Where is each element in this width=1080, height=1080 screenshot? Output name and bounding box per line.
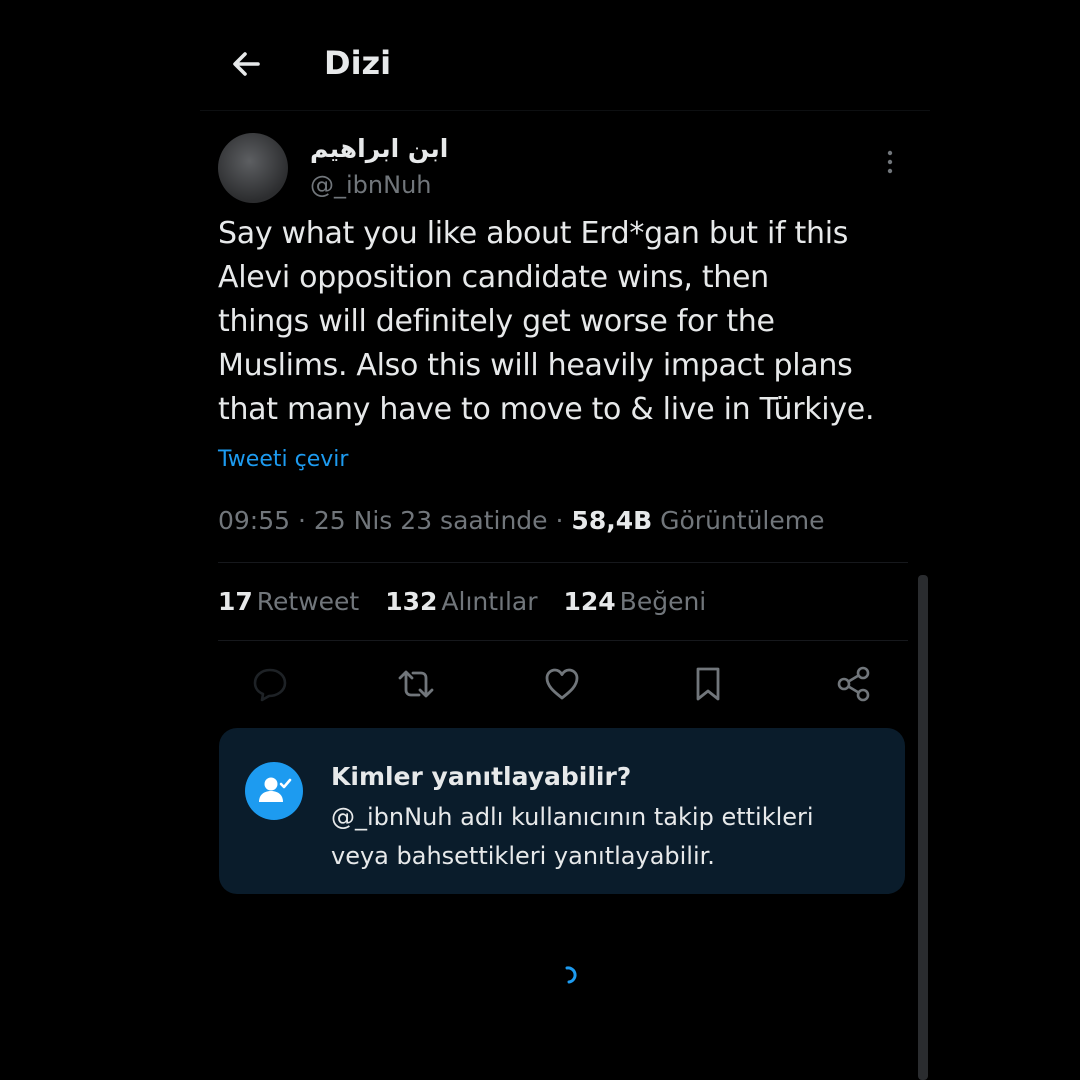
spinner-icon (565, 966, 577, 984)
like-button[interactable] (542, 664, 582, 704)
meta-separator: · (298, 506, 306, 535)
reply-restriction-badge (245, 762, 303, 820)
author-display-name[interactable]: ابن ابراهيم (310, 134, 448, 163)
more-vertical-icon (887, 150, 893, 174)
quotes-count: 132 (385, 587, 438, 616)
tweet-text-line: Muslims. Also this will heavily impact p… (218, 348, 853, 383)
who-can-reply-title: Kimler yanıtlayabilir? (331, 762, 632, 791)
views-count: 58,4B (571, 506, 653, 535)
description-line: @_ibnNuh adlı kullanıcının takip ettikle… (331, 803, 814, 831)
quotes-stat[interactable]: 132 Alıntılar (385, 587, 537, 616)
scrollbar[interactable] (918, 575, 928, 1080)
tweet-time[interactable]: 09:55 (218, 506, 290, 535)
page-title: Dizi (324, 44, 392, 82)
divider (218, 640, 908, 641)
person-check-icon (259, 777, 292, 802)
tweet-text-line: Alevi opposition candidate wins, then (218, 260, 769, 295)
share-icon (837, 666, 870, 702)
likes-stat[interactable]: 124 Beğeni (563, 587, 706, 616)
retweets-stat[interactable]: 17 Retweet (218, 587, 359, 616)
tweet-text-line: that many have to move to & live in Türk… (218, 392, 875, 427)
back-button[interactable] (228, 46, 264, 82)
views-label: Görüntüleme (660, 506, 825, 535)
divider (218, 562, 908, 563)
quotes-label: Alıntılar (441, 587, 538, 616)
likes-label: Beğeni (619, 587, 707, 616)
heart-icon (545, 668, 579, 700)
speech-bubble-icon (253, 668, 287, 702)
retweets-label: Retweet (256, 587, 360, 616)
more-options-button[interactable] (878, 148, 902, 178)
loading-spinner (559, 964, 581, 986)
share-button[interactable] (834, 664, 874, 704)
author-handle[interactable]: @_ibnNuh (310, 171, 432, 199)
arrow-left-icon (233, 52, 260, 76)
avatar[interactable] (218, 133, 288, 203)
retweet-button[interactable] (396, 664, 436, 704)
tweet-meta: 09:55 · 25 Nis 23 saatinde · 58,4B Görün… (218, 506, 824, 535)
tweet-stats: 17 Retweet 132 Alıntılar 124 Beğeni (218, 587, 724, 616)
tweet-text: Say what you like about Erd*gan but if t… (218, 212, 918, 432)
meta-separator: · (555, 506, 564, 535)
who-can-reply-card: Kimler yanıtlayabilir? @_ibnNuh adlı kul… (219, 728, 905, 894)
who-can-reply-description: @_ibnNuh adlı kullanıcının takip ettikle… (331, 798, 891, 876)
retweets-count: 17 (218, 587, 253, 616)
tweet-date[interactable]: 25 Nis 23 saatinde (314, 506, 548, 535)
tweet-text-line: Say what you like about Erd*gan but if t… (218, 216, 849, 251)
tweet-text-line: things will definitely get worse for the (218, 304, 775, 339)
bookmark-icon (696, 667, 720, 701)
top-bar: Dizi (200, 30, 930, 111)
tweet-thread-screen: Dizi ابن ابراهيم @_ibnNuh Say what you l… (0, 0, 1080, 1080)
reply-button[interactable] (250, 664, 290, 704)
retweet-icon (398, 670, 434, 698)
translate-tweet-link[interactable]: Tweeti çevir (218, 447, 348, 472)
description-line: veya bahsettikleri yanıtlayabilir. (331, 842, 715, 870)
bookmark-button[interactable] (688, 664, 728, 704)
tweet-actions (236, 660, 886, 710)
likes-count: 124 (563, 587, 616, 616)
